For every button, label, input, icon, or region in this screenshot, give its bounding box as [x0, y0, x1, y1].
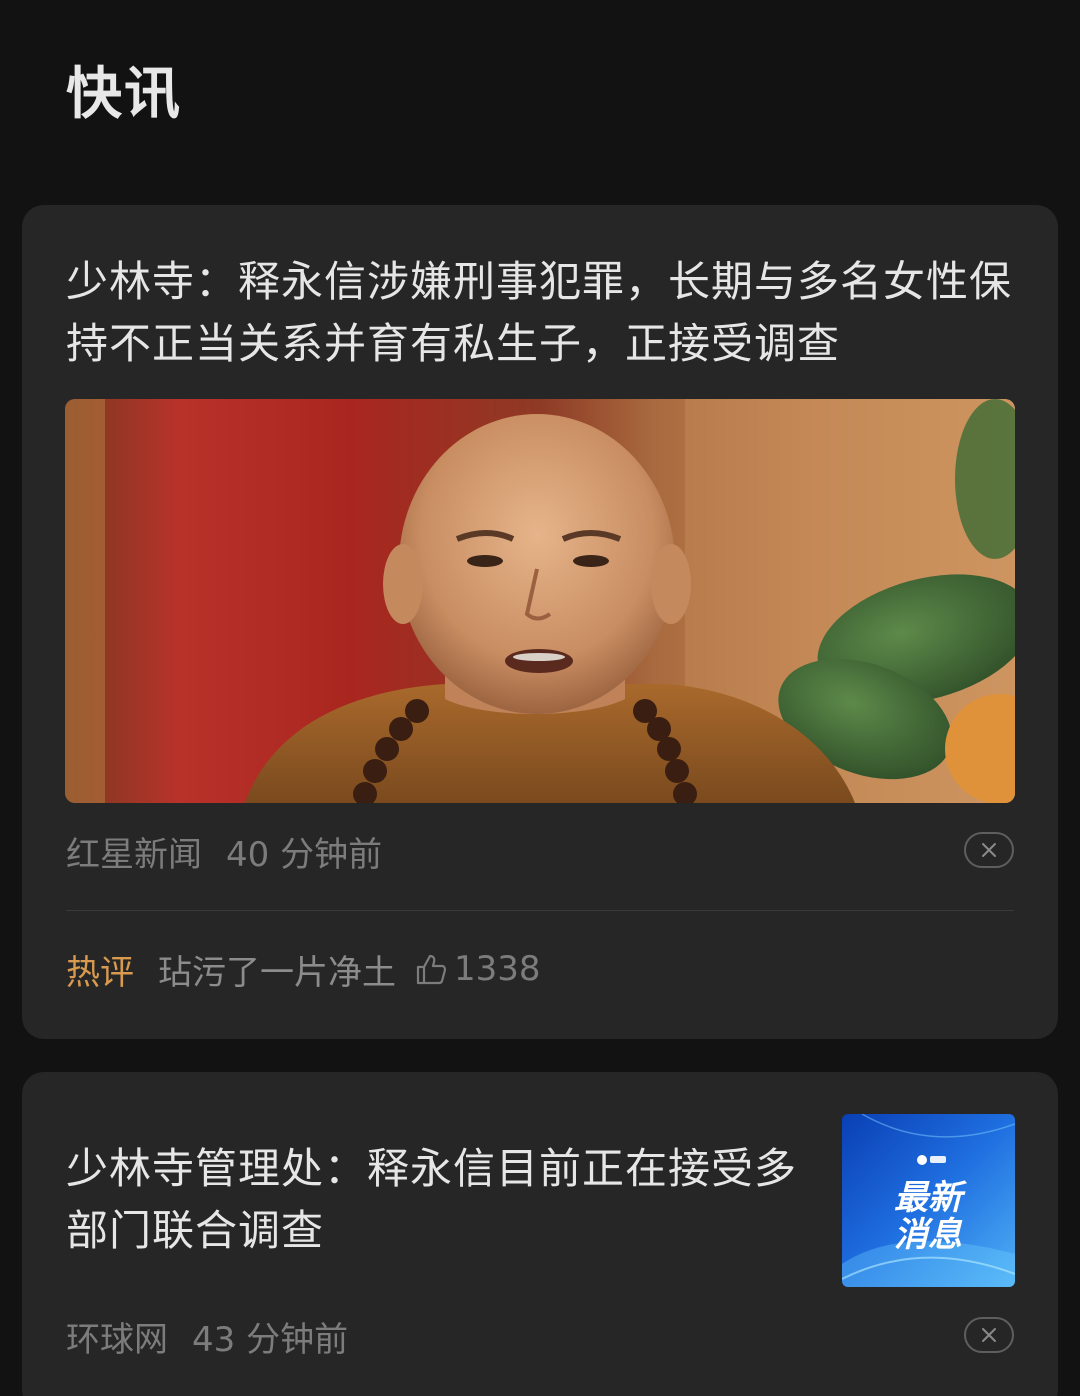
hot-comment-text: 玷污了一片净土: [158, 952, 396, 993]
article-source[interactable]: 环球网: [66, 1312, 168, 1361]
article-headline[interactable]: 少林寺：释永信涉嫌刑事犯罪，长期与多名女性保持不正当关系并育有私生子，正接受调查: [66, 251, 1016, 375]
article-time: 43 分钟前: [192, 1319, 349, 1360]
section-title: 快讯: [66, 62, 182, 127]
article-thumbnail[interactable]: 最新 消息: [842, 1114, 1015, 1287]
dismiss-button[interactable]: [964, 832, 1014, 868]
news-feed-page: 快讯 少林寺：释永信涉嫌刑事犯罪，长期与多名女性保持不正当关系并育有私生子，正接…: [0, 0, 1080, 1396]
like-count: 1338: [454, 949, 541, 989]
close-icon: [982, 843, 996, 857]
article-meta: 红星新闻 40 分钟前: [66, 826, 1014, 876]
hot-comment[interactable]: 热评 玷污了一片净土 1338: [66, 943, 541, 995]
article-time: 40 分钟前: [226, 834, 383, 875]
close-icon: [982, 1328, 996, 1342]
thumbnail-text-line2: 消息: [894, 1215, 963, 1255]
hot-comment-label: 热评: [66, 952, 134, 993]
article-source[interactable]: 红星新闻: [66, 827, 202, 876]
article-meta: 环球网 43 分钟前: [66, 1311, 1014, 1361]
thumbs-up-icon[interactable]: [414, 952, 448, 986]
divider: [66, 910, 1014, 911]
article-image[interactable]: [65, 399, 1015, 803]
thumbnail-text-line1: 最新: [894, 1178, 967, 1218]
monk-portrait-image: [65, 399, 1015, 803]
article-headline[interactable]: 少林寺管理处：释永信目前正在接受多部门联合调查: [66, 1138, 816, 1262]
news-card[interactable]: 少林寺管理处：释永信目前正在接受多部门联合调查 最新 消息 环球网 43 分钟前: [22, 1072, 1058, 1396]
news-card[interactable]: 少林寺：释永信涉嫌刑事犯罪，长期与多名女性保持不正当关系并育有私生子，正接受调查: [22, 205, 1058, 1039]
breaking-news-badge: 最新 消息: [842, 1114, 1015, 1287]
dismiss-button[interactable]: [964, 1317, 1014, 1353]
